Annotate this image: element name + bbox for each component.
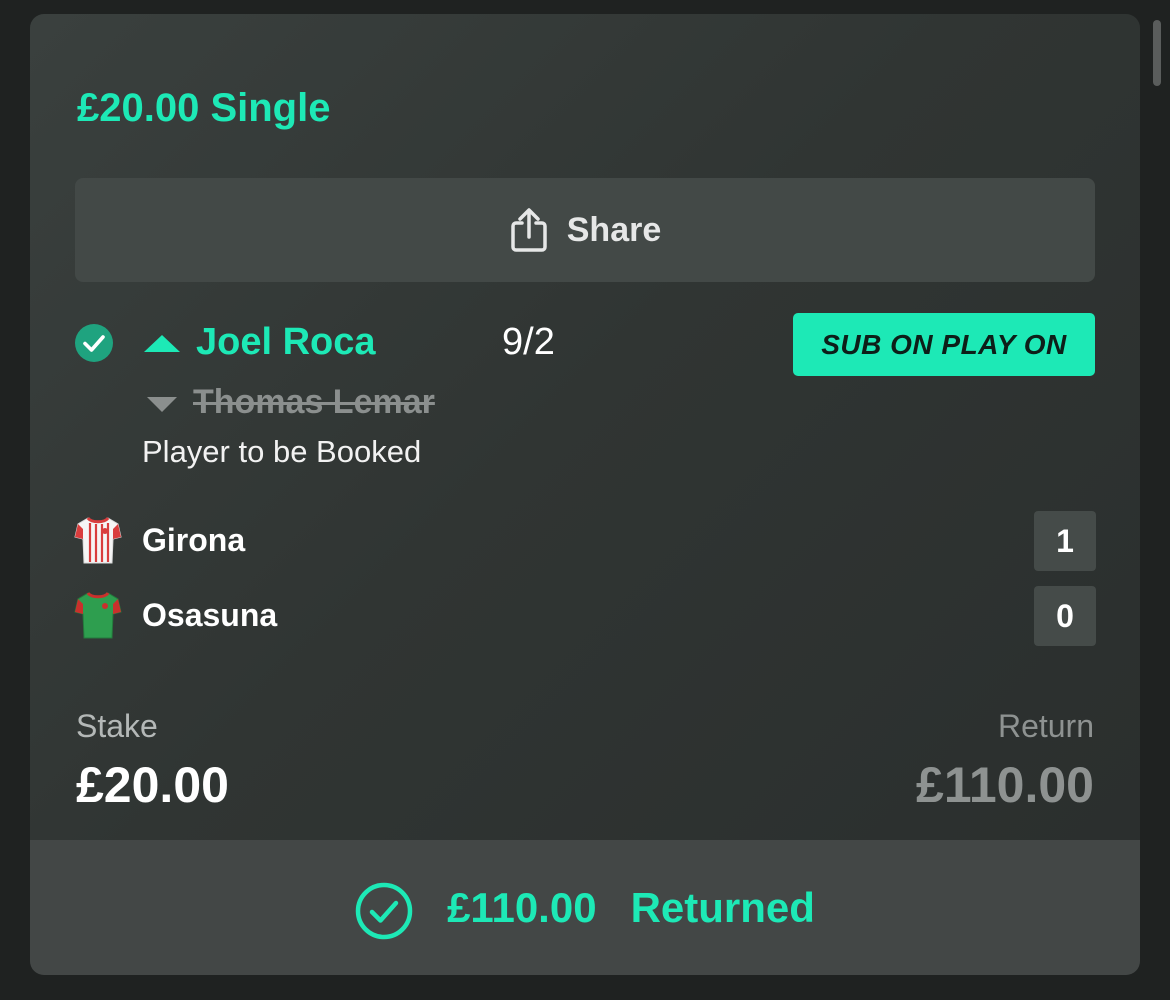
stake-label: Stake — [76, 708, 158, 744]
team-row-osasuna: Osasuna 0 — [74, 586, 1096, 646]
bet-title: £20.00 Single — [77, 86, 331, 130]
scrollbar[interactable] — [1153, 20, 1161, 86]
returned-amount: £110.00 — [447, 883, 597, 931]
bet-result-footer: £110.00 Returned — [30, 840, 1140, 975]
bet-card: £20.00 Single Share Joel Roca 9/2 SUB ON — [30, 14, 1140, 975]
market-name: Player to be Booked — [142, 434, 422, 469]
girona-shirt-icon — [74, 515, 122, 565]
team-score: 1 — [1034, 511, 1096, 571]
return-label: Return — [997, 708, 1094, 744]
selection-player-in: Joel Roca — [196, 321, 376, 363]
check-circle-icon — [355, 882, 413, 940]
team-name: Osasuna — [142, 597, 278, 633]
share-label: Share — [566, 210, 662, 249]
osasuna-shirt-icon — [74, 590, 122, 640]
sub-on-play-on-badge: SUB ON PLAY ON — [793, 313, 1095, 376]
selection-player-out: Thomas Lemar — [193, 383, 435, 421]
selection-odds: 9/2 — [502, 321, 555, 363]
return-value: £110.00 — [916, 757, 1094, 813]
arrow-down-icon — [145, 394, 179, 414]
share-button[interactable]: Share — [75, 178, 1095, 282]
returned-status: Returned — [630, 883, 815, 931]
page: £20.00 Single Share Joel Roca 9/2 SUB ON — [0, 0, 1170, 1000]
check-circle-icon — [75, 324, 113, 362]
team-name: Girona — [142, 522, 246, 558]
share-icon — [509, 207, 549, 253]
stake-value: £20.00 — [76, 757, 229, 813]
arrow-up-icon — [142, 332, 182, 356]
team-row-girona: Girona 1 — [74, 511, 1096, 571]
team-score: 0 — [1034, 586, 1096, 646]
